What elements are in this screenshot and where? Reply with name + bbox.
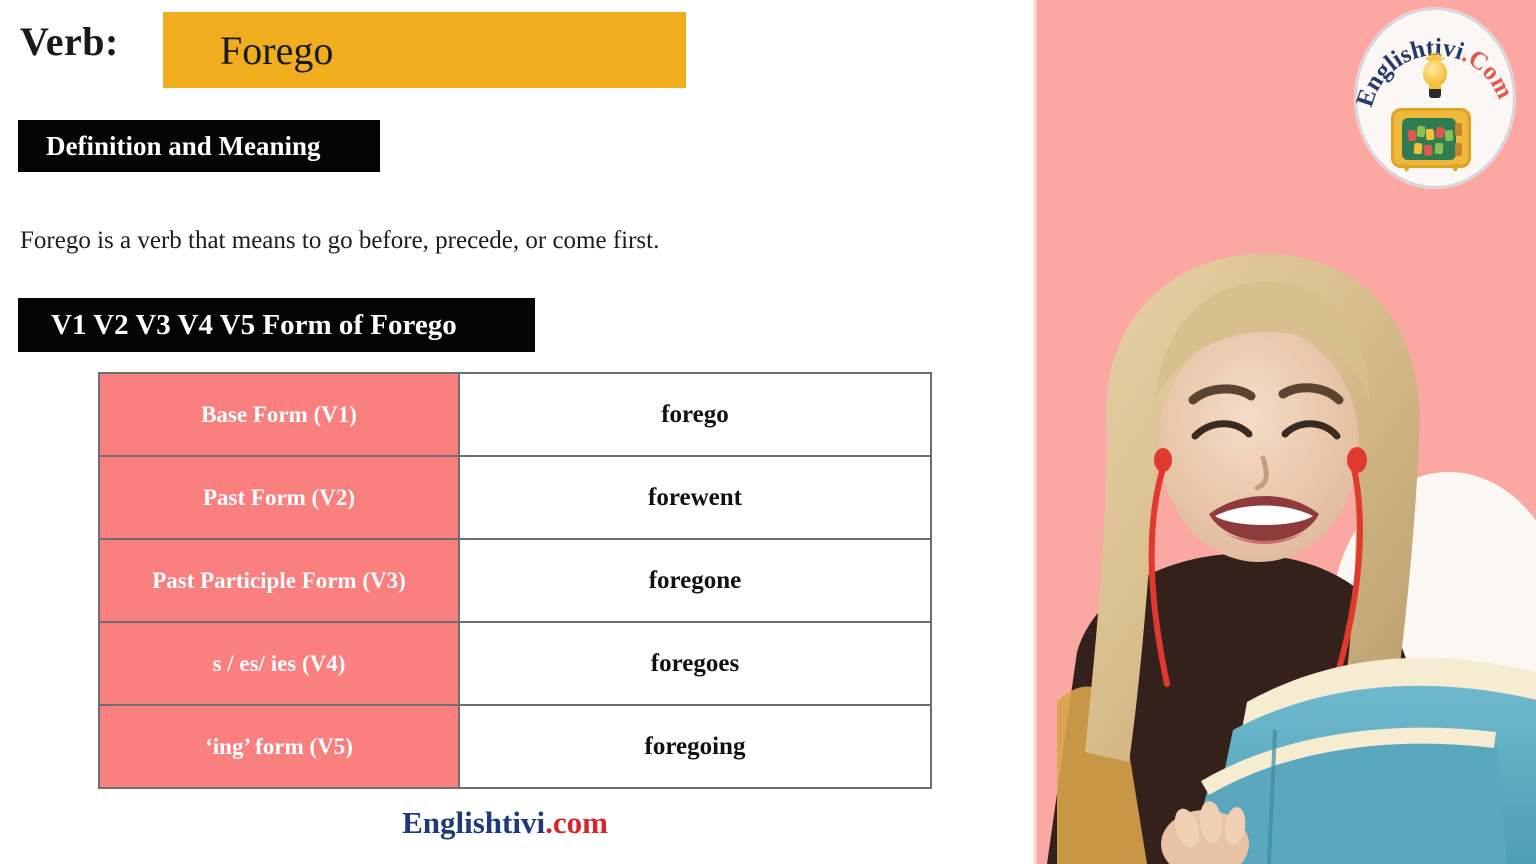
table-row: Past Form (V2) forewent	[98, 455, 932, 540]
englishtivi-logo[interactable]: Englishtivi.Com	[1355, 8, 1515, 188]
form-value: forego	[458, 372, 932, 457]
form-value: foregoes	[458, 621, 932, 706]
verb-label: Verb:	[20, 19, 119, 64]
verb-highlight-box: Forego	[163, 12, 686, 88]
form-value: foregone	[458, 538, 932, 623]
verb-forms-heading: V1 V2 V3 V4 V5 Form of Forego	[18, 298, 535, 352]
form-value: forewent	[458, 455, 932, 540]
table-row: ‘ing’ form (V5) foregoing	[98, 704, 932, 789]
form-label: ‘ing’ form (V5)	[98, 704, 460, 789]
logo-tld-text: .Com	[1458, 41, 1515, 103]
form-label: Past Participle Form (V3)	[98, 538, 460, 623]
definition-heading: Definition and Meaning	[18, 120, 380, 172]
table-row: Base Form (V1) forego	[98, 372, 932, 457]
footer-tld-text: .com	[545, 805, 608, 840]
verb-forms-table-body: Base Form (V1) forego Past Form (V2) for…	[98, 372, 932, 789]
form-value: foregoing	[458, 704, 932, 789]
verb-word: Forego	[220, 28, 334, 73]
infographic-page: Englishtivi .Com	[0, 0, 1536, 864]
footer-brand-text: Englishtivi	[402, 805, 546, 840]
table-row: Past Participle Form (V3) foregone	[98, 538, 932, 623]
verb-forms-table: Base Form (V1) forego Past Form (V2) for…	[98, 372, 932, 789]
definition-text: Forego is a verb that means to go before…	[20, 227, 660, 254]
form-label: Base Form (V1)	[98, 372, 460, 457]
table-row: s / es/ ies (V4) foregoes	[98, 621, 932, 706]
lightbulb-icon	[1414, 52, 1456, 108]
form-label: s / es/ ies (V4)	[98, 621, 460, 706]
student-photo	[1037, 232, 1536, 864]
footer-branding[interactable]: Englishtivi.com	[0, 805, 1010, 841]
student-photo-illustration	[1037, 232, 1536, 864]
television-icon	[1389, 108, 1481, 174]
chalkboard-icon	[1402, 118, 1456, 160]
form-label: Past Form (V2)	[98, 455, 460, 540]
